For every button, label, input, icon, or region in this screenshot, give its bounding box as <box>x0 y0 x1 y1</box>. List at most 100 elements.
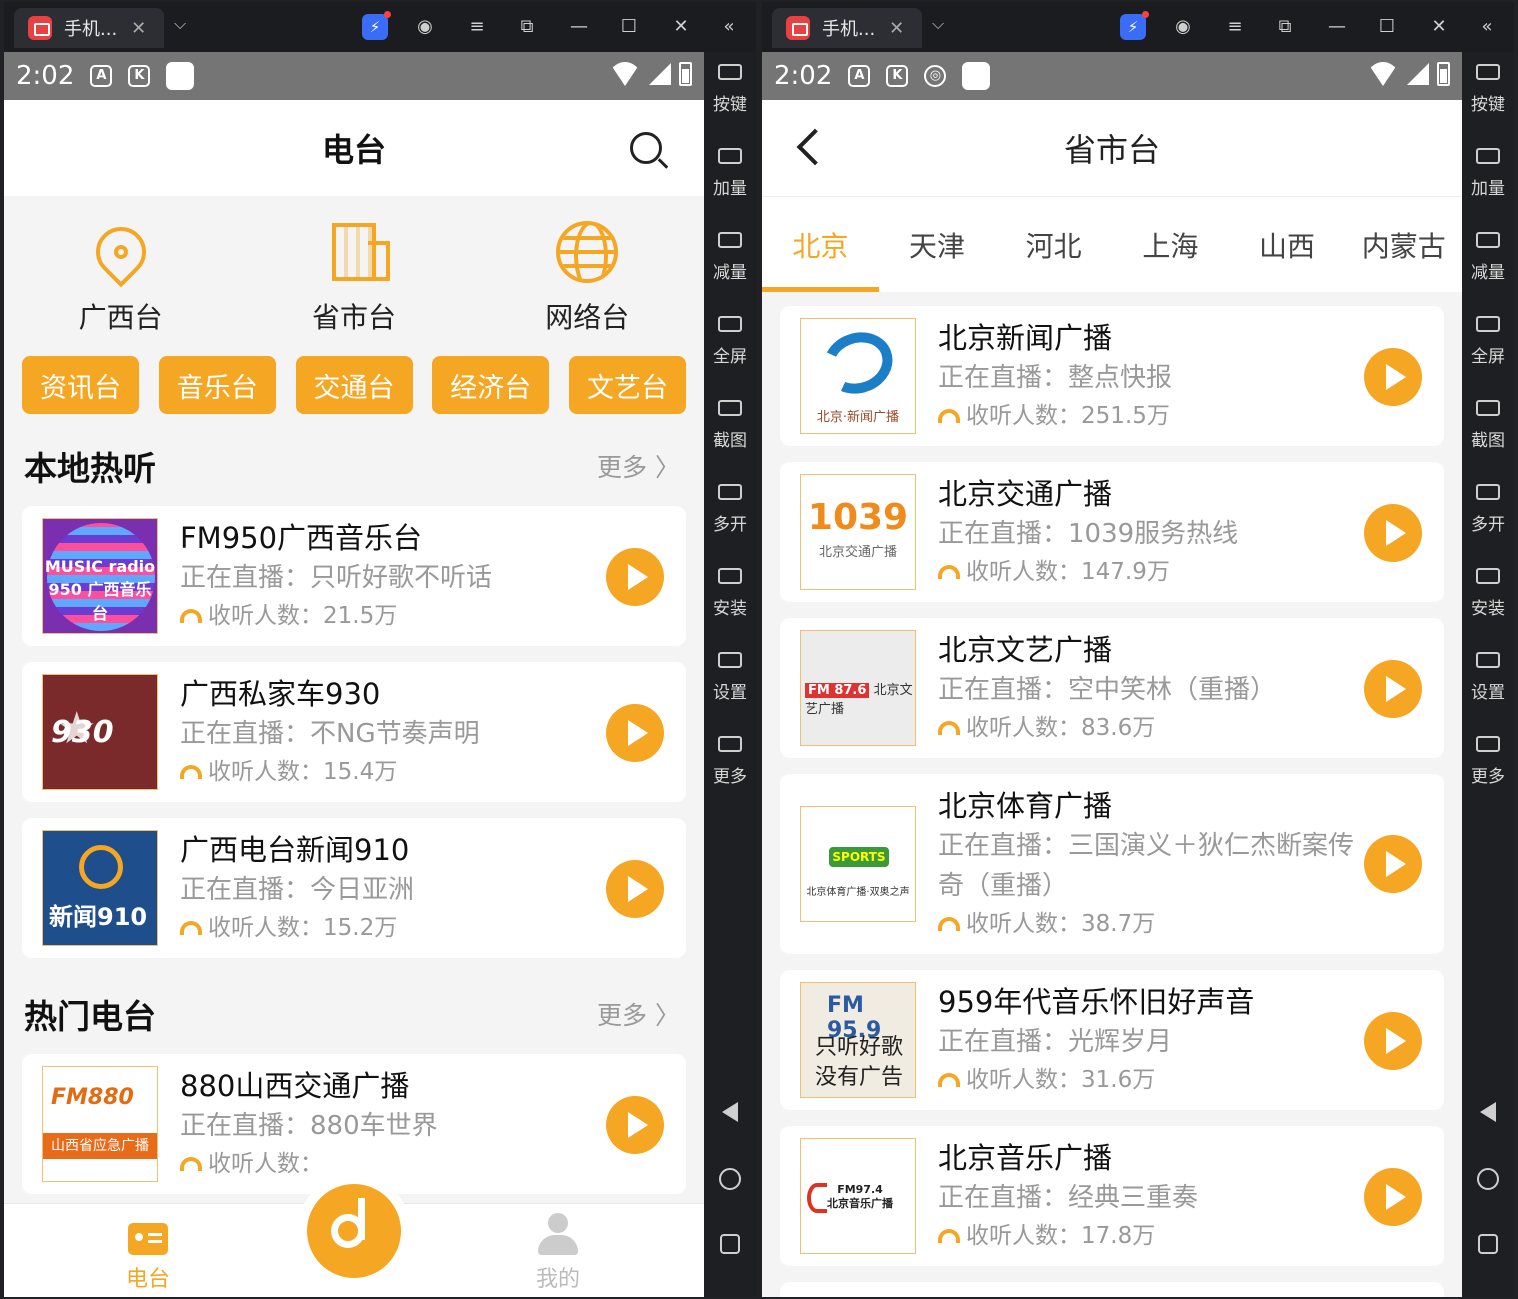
station-name: 广西电台新闻910 <box>180 833 410 867</box>
station-card[interactable]: FM 95.9 只听好歌 没有广告 959年代音乐怀旧好声音 正在直播：光辉岁月… <box>780 970 1444 1110</box>
tab-beijing[interactable]: 北京 <box>762 225 879 265</box>
tab-shanxi[interactable]: 山西 <box>1229 225 1346 265</box>
search-icon[interactable] <box>630 132 662 164</box>
tool-volume-up[interactable]: 加量 <box>1462 148 1514 199</box>
user-icon[interactable]: ◉ <box>1170 14 1196 40</box>
chip-news[interactable]: 资讯台 <box>22 356 139 414</box>
headphone-icon <box>938 917 960 931</box>
nav-back-button[interactable] <box>704 1102 756 1122</box>
station-card[interactable]: 1039 北京交通广播 北京交通广播 正在直播：1039服务热线 收听人数：14… <box>780 462 1444 602</box>
tool-install[interactable]: 安装 <box>704 568 756 619</box>
maximize-icon[interactable]: ☐ <box>616 14 642 40</box>
maximize-icon[interactable]: ☐ <box>1374 14 1400 40</box>
play-button[interactable] <box>606 548 664 606</box>
station-card[interactable]: FM880 山西省应急广播 880山西交通广播 正在直播：880车世界 收听人数… <box>22 1054 686 1194</box>
play-button[interactable] <box>1364 1168 1422 1226</box>
station-card[interactable]: FM 87.6 北京文艺广播 北京文艺广播 正在直播：空中笑林（重播） 收听人数… <box>780 618 1444 758</box>
nav-back-button[interactable] <box>1462 1102 1514 1122</box>
play-button[interactable] <box>606 860 664 918</box>
logo-text: FM97.4 北京音乐广播 <box>827 1183 893 1210</box>
tool-more[interactable]: 更多 <box>704 736 756 787</box>
resize-icon[interactable]: ⧉ <box>514 14 540 40</box>
user-icon[interactable]: ◉ <box>412 14 438 40</box>
chip-economy[interactable]: 经济台 <box>432 356 550 414</box>
tool-more[interactable]: 更多 <box>1462 736 1514 787</box>
play-button[interactable] <box>1364 660 1422 718</box>
menu-icon[interactable]: ≡ <box>464 14 490 40</box>
recents-square-icon <box>720 1234 740 1254</box>
bolt-icon[interactable]: ⚡ <box>1120 11 1149 40</box>
tool-fullscreen[interactable]: 全屏 <box>1462 316 1514 367</box>
chevron-down-icon[interactable]: ⌵ <box>932 14 944 34</box>
nav-recents-button[interactable] <box>1462 1234 1514 1254</box>
headphone-icon <box>938 565 960 579</box>
headphone-icon <box>938 409 960 423</box>
tool-screenshot[interactable]: 截图 <box>704 400 756 451</box>
collapse-icon[interactable]: « <box>1474 14 1500 40</box>
category-network[interactable]: 网络台 <box>507 214 667 342</box>
nav-home-button[interactable] <box>1462 1168 1514 1190</box>
tool-keys[interactable]: 按键 <box>704 64 756 115</box>
station-card[interactable] <box>780 1282 1444 1297</box>
tab-tianjin[interactable]: 天津 <box>879 225 996 265</box>
tool-volume-down[interactable]: 减量 <box>704 232 756 283</box>
minimize-icon[interactable]: — <box>566 14 592 40</box>
station-card[interactable]: SPORTS 北京体育广播·双奥之声 北京体育广播 正在直播：三国演义＋狄仁杰断… <box>780 774 1444 954</box>
window-tab[interactable]: 手机... ✕ <box>772 8 922 48</box>
nav-recents-button[interactable] <box>704 1234 756 1254</box>
station-card[interactable]: 北京·新闻广播 北京新闻广播 正在直播：整点快报 收听人数：251.5万 <box>780 306 1444 446</box>
play-button[interactable] <box>1364 835 1422 893</box>
tool-fullscreen[interactable]: 全屏 <box>704 316 756 367</box>
station-logo: FM97.4 北京音乐广播 <box>800 1138 916 1254</box>
tab-hebei[interactable]: 河北 <box>995 225 1112 265</box>
chip-arts[interactable]: 文艺台 <box>569 356 686 414</box>
minimize-icon[interactable]: — <box>1324 14 1350 40</box>
nav-mine[interactable]: 我的 <box>498 1213 618 1293</box>
status-bar: 2:02 A K <box>4 52 704 100</box>
menu-icon[interactable]: ≡ <box>1222 14 1248 40</box>
tool-screenshot[interactable]: 截图 <box>1462 400 1514 451</box>
category-province[interactable]: 省市台 <box>274 214 434 342</box>
close-icon[interactable]: ✕ <box>1426 14 1452 40</box>
station-card[interactable]: 新闻910 广西电台新闻910 正在直播：今日亚洲 收听人数：15.2万 <box>22 818 686 958</box>
station-card[interactable]: ★ 930 广西私家车930 正在直播：不NG节奏声明 收听人数：15.4万 <box>22 662 686 802</box>
tab-shanghai[interactable]: 上海 <box>1112 225 1229 265</box>
tool-multi[interactable]: 多开 <box>704 484 756 535</box>
tool-keys[interactable]: 按键 <box>1462 64 1514 115</box>
tool-settings[interactable]: 设置 <box>1462 652 1514 703</box>
volume-down-icon <box>1476 232 1500 248</box>
bolt-icon[interactable]: ⚡ <box>362 11 391 40</box>
play-button[interactable] <box>1364 1012 1422 1070</box>
person-icon <box>538 1213 578 1255</box>
collapse-icon[interactable]: « <box>716 14 742 40</box>
more-link[interactable]: 更多 〉 <box>597 996 680 1032</box>
tool-volume-up[interactable]: 加量 <box>704 148 756 199</box>
window-tab[interactable]: 手机... ✕ <box>14 8 164 48</box>
resize-icon[interactable]: ⧉ <box>1272 14 1298 40</box>
back-triangle-icon <box>1480 1102 1496 1122</box>
tab-close-icon[interactable]: ✕ <box>131 18 146 39</box>
tool-install[interactable]: 安装 <box>1462 568 1514 619</box>
category-guangxi[interactable]: 广西台 <box>41 214 201 342</box>
chevron-down-icon[interactable]: ⌵ <box>174 14 186 34</box>
tool-volume-down[interactable]: 减量 <box>1462 232 1514 283</box>
emulator-window-left: 手机... ✕ ⌵ ⚡ ◉ ≡ ⧉ — ☐ ✕ « 2:02 A K 电台 广西… <box>2 0 758 1299</box>
more-link[interactable]: 更多 〉 <box>597 448 680 484</box>
station-card[interactable]: FM97.4 北京音乐广播 北京音乐广播 正在直播：经典三重奏 收听人数：17.… <box>780 1126 1444 1266</box>
tool-multi[interactable]: 多开 <box>1462 484 1514 535</box>
nav-home-button[interactable] <box>704 1168 756 1190</box>
chip-music[interactable]: 音乐台 <box>158 356 276 414</box>
player-fab[interactable] <box>297 1174 411 1288</box>
play-button[interactable] <box>1364 504 1422 562</box>
station-card[interactable]: MUSIC radio 950 广西音乐台 FM950广西音乐台 正在直播：只听… <box>22 506 686 646</box>
play-button[interactable] <box>606 704 664 762</box>
close-icon[interactable]: ✕ <box>668 14 694 40</box>
tab-close-icon[interactable]: ✕ <box>889 18 904 39</box>
play-button[interactable] <box>1364 348 1422 406</box>
play-button[interactable] <box>606 1096 664 1154</box>
chip-traffic[interactable]: 交通台 <box>295 356 413 414</box>
back-arrow-icon[interactable] <box>796 128 834 166</box>
tool-settings[interactable]: 设置 <box>704 652 756 703</box>
nav-radio[interactable]: 电台 <box>88 1223 208 1293</box>
tab-neimenggu[interactable]: 内蒙古 <box>1345 225 1462 265</box>
